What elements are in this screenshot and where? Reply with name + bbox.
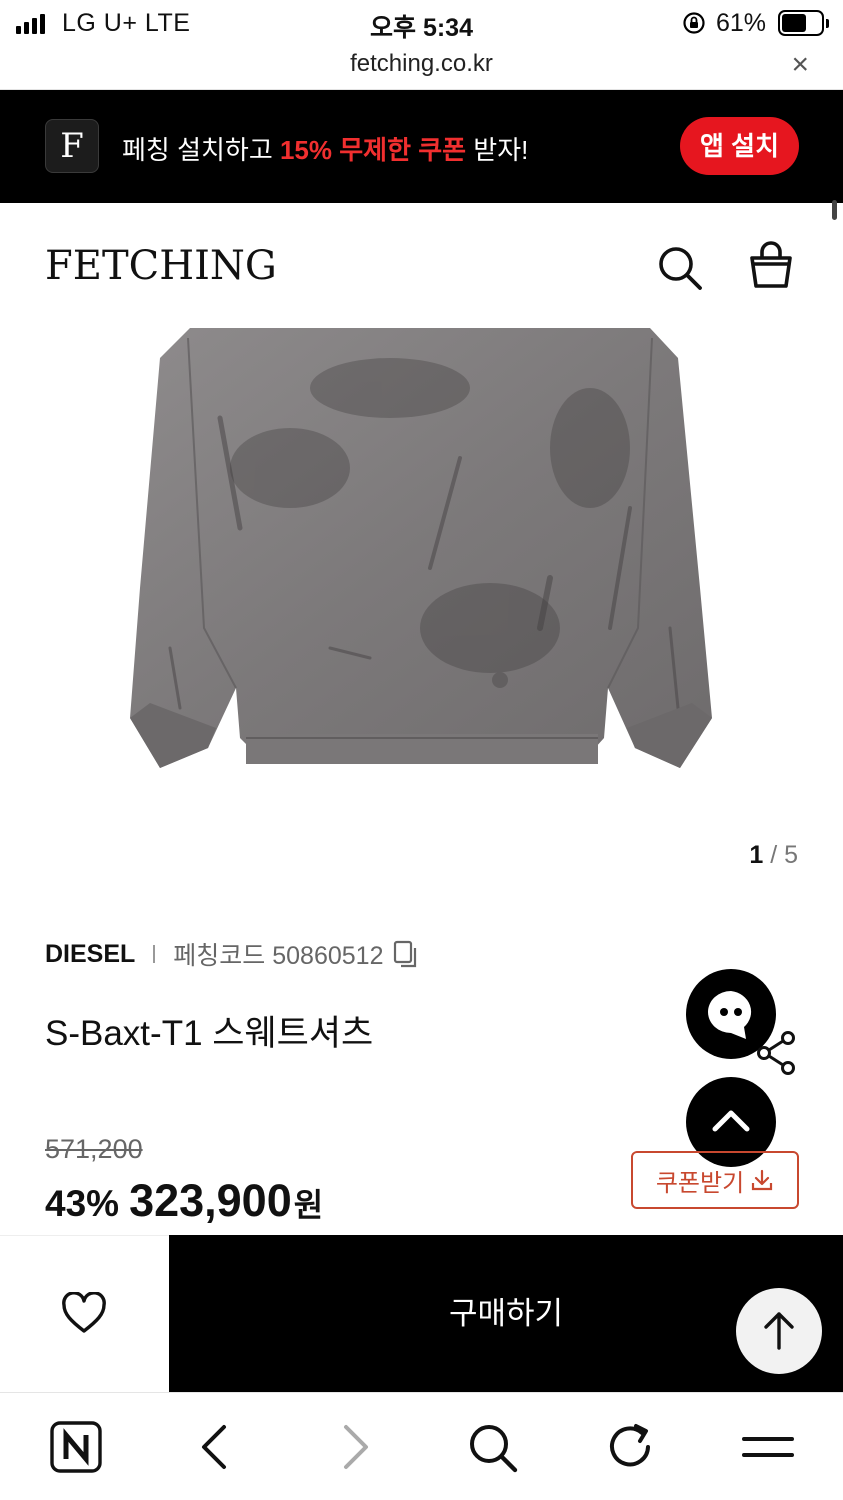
app-install-banner: F 페칭 설치하고 15% 무제한 쿠폰 받자! 앱 설치 <box>0 90 843 203</box>
sale-price: 323,900 <box>129 1175 292 1226</box>
gallery-pager: 1 / 5 <box>749 841 798 870</box>
banner-text: 페칭 설치하고 15% 무제한 쿠폰 받자! <box>122 130 528 167</box>
browser-url-bar[interactable]: fetching.co.kr × <box>0 48 843 90</box>
banner-highlight: 15% 무제한 쿠폰 <box>279 135 467 165</box>
scroll-to-top-button[interactable] <box>736 1288 822 1374</box>
banner-text-start: 페칭 설치하고 <box>122 135 280 165</box>
product-name: S-Baxt-T1 스웨트셔츠 <box>45 1014 374 1053</box>
get-coupon-button[interactable]: 쿠폰받기 <box>631 1151 799 1209</box>
battery-percent: 61% <box>716 9 767 37</box>
refresh-icon[interactable] <box>602 1419 658 1475</box>
app-logo: F <box>45 119 99 173</box>
close-icon[interactable]: × <box>791 48 809 82</box>
menu-icon[interactable] <box>740 1419 796 1475</box>
wishlist-button[interactable] <box>0 1235 169 1392</box>
share-icon[interactable] <box>754 1030 800 1076</box>
url-text[interactable]: fetching.co.kr <box>0 50 843 78</box>
naver-icon[interactable] <box>48 1419 104 1475</box>
back-icon[interactable] <box>188 1419 244 1475</box>
discount-rate: 43% <box>45 1183 120 1224</box>
battery-icon <box>778 10 829 36</box>
banner-text-end: 받자! <box>466 135 529 165</box>
status-bar: LG U+ LTE 오후 5:34 61% <box>0 0 843 48</box>
currency-label: 원 <box>293 1187 324 1223</box>
search-icon[interactable] <box>655 243 703 291</box>
forward-icon[interactable] <box>326 1419 382 1475</box>
pager-separator: / <box>763 841 785 869</box>
product-code: 페칭코드 50860512 <box>173 942 384 970</box>
heart-icon <box>62 1292 106 1333</box>
install-app-button[interactable]: 앱 설치 <box>680 117 799 175</box>
download-icon <box>752 1169 773 1191</box>
product-image[interactable] <box>130 328 712 773</box>
pager-current: 1 <box>749 841 764 869</box>
copy-icon[interactable] <box>393 940 419 968</box>
divider <box>153 945 156 963</box>
shopping-bag-icon[interactable] <box>745 240 797 292</box>
product-brand[interactable]: DIESEL <box>45 940 135 969</box>
lock-rotation-icon <box>683 12 705 34</box>
pager-total: 5 <box>784 841 798 869</box>
arrow-up-icon <box>764 1312 794 1350</box>
brand-code-row: DIESEL 페칭코드 50860512 <box>45 936 419 972</box>
browser-toolbar <box>0 1392 843 1500</box>
site-logo[interactable]: FETCHING <box>45 243 277 289</box>
toolbar-search-icon[interactable] <box>464 1419 520 1475</box>
original-price: 571,200 <box>45 1134 143 1164</box>
price-row: 43% 323,900 원 <box>45 1175 323 1227</box>
purchase-bar: 구매하기 <box>0 1235 843 1392</box>
coupon-label: 쿠폰받기 <box>655 1169 745 1197</box>
page-scrollbar[interactable] <box>832 200 837 220</box>
